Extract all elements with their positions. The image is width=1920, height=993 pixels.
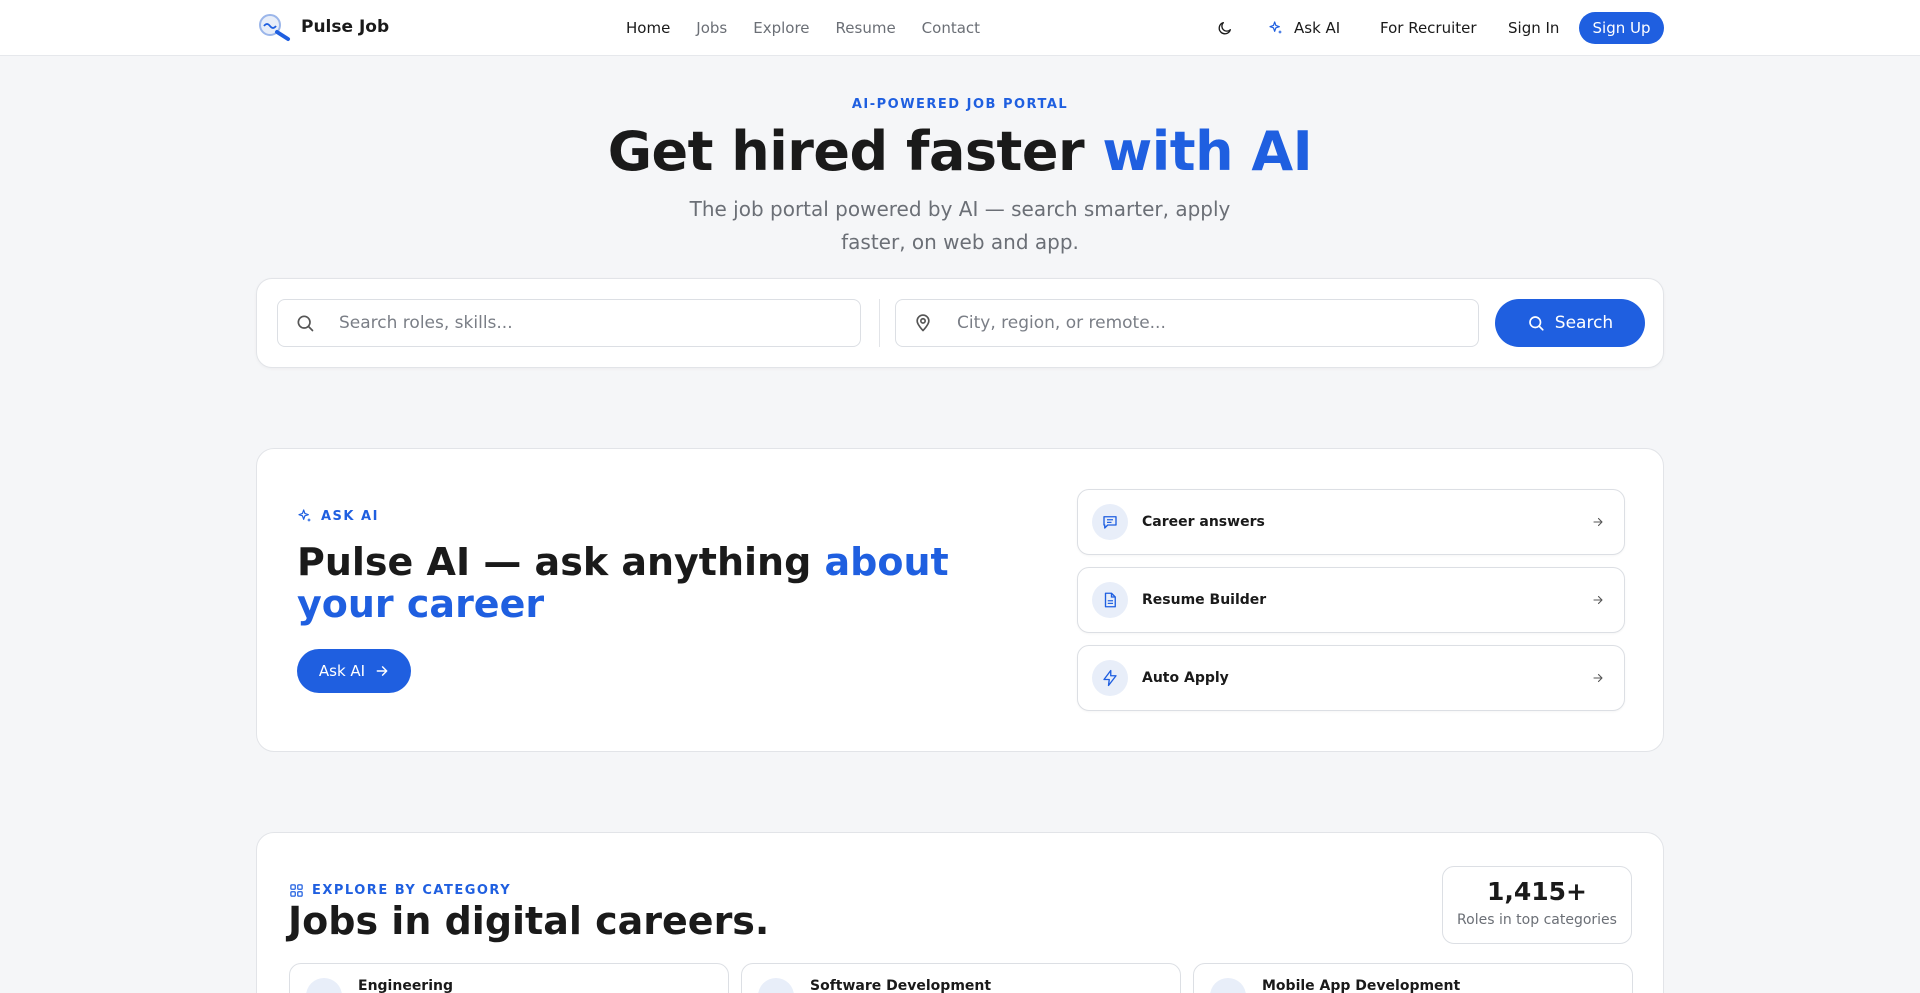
category-icon [1210, 978, 1246, 993]
chat-icon [1092, 504, 1128, 540]
feature-resume-builder[interactable]: Resume Builder [1077, 567, 1625, 633]
brand-name: Pulse Job [301, 17, 390, 37]
location-pin-icon [913, 313, 933, 333]
grid-icon [289, 883, 304, 898]
category-label: Mobile App Development [1262, 978, 1461, 993]
nav-jobs[interactable]: Jobs [696, 19, 727, 37]
ask-ai-nav-button[interactable]: Ask AI [1268, 0, 1340, 56]
sign-up-button[interactable]: Sign Up [1579, 12, 1664, 44]
category-card: EXPLORE BY CATEGORY Jobs in digital care… [256, 832, 1664, 993]
hero-title-main: Get hired faster [607, 120, 1103, 183]
feature-career-answers[interactable]: Career answers [1077, 489, 1625, 555]
ask-ai-eyebrow: ASK AI [297, 508, 379, 524]
hero-eyebrow: AI-POWERED JOB PORTAL [851, 97, 1069, 112]
sparkle-icon [1268, 20, 1284, 36]
ask-ai-title: Pulse AI — ask anything about your caree… [297, 541, 1037, 625]
category-eyebrow: EXPLORE BY CATEGORY [289, 883, 511, 898]
keyword-search-field[interactable] [277, 299, 861, 347]
category-icon [758, 978, 794, 993]
theme-toggle-button[interactable] [1214, 17, 1236, 39]
roles-stat-value: 1,415+ [1486, 877, 1588, 906]
ask-ai-card: ASK AI Pulse AI — ask anything about you… [256, 448, 1664, 752]
hero-subtitle: The job portal powered by AI — search sm… [689, 197, 1231, 254]
search-button-label: Search [1554, 313, 1614, 333]
category-label: Engineering [358, 978, 453, 993]
arrow-right-icon [1592, 516, 1604, 528]
ask-ai-button-label: Ask AI [318, 662, 366, 680]
category-item-software-development[interactable]: Software Development [741, 963, 1181, 993]
brand-logo[interactable]: Pulse Job [256, 12, 389, 42]
keyword-search-input[interactable] [339, 313, 799, 333]
lightning-icon [1092, 660, 1128, 696]
feature-label: Career answers [1142, 514, 1265, 530]
arrow-right-icon [375, 664, 389, 678]
ask-ai-eyebrow-label: ASK AI [321, 508, 379, 524]
roles-stat-badge: 1,415+ Roles in top categories [1442, 866, 1632, 944]
arrow-right-icon [1592, 594, 1604, 606]
arrow-right-icon [1592, 672, 1604, 684]
category-label: Software Development [810, 978, 992, 993]
search-divider [879, 299, 880, 347]
sparkle-icon [297, 508, 313, 524]
location-search-input[interactable] [957, 313, 1417, 333]
category-item-engineering[interactable]: Engineering [289, 963, 729, 993]
search-icon [295, 313, 315, 333]
hero-title: Get hired faster with AI [0, 120, 1920, 183]
category-title: Jobs in digital careers. [288, 899, 770, 943]
nav-resume[interactable]: Resume [836, 19, 896, 37]
roles-stat-label: Roles in top categories [1457, 912, 1617, 928]
feature-label: Resume Builder [1142, 592, 1267, 608]
feature-auto-apply[interactable]: Auto Apply [1077, 645, 1625, 711]
category-item-mobile-app-development[interactable]: Mobile App Development [1193, 963, 1633, 993]
ask-ai-button[interactable]: Ask AI [297, 649, 411, 693]
ask-ai-title-main: Pulse AI — ask anything [297, 540, 825, 584]
location-search-field[interactable] [895, 299, 1479, 347]
for-recruiter-link[interactable]: For Recruiter [1380, 0, 1477, 56]
feature-label: Auto Apply [1142, 670, 1229, 686]
magnifier-logo-icon [256, 12, 292, 42]
ask-ai-nav-label: Ask AI [1294, 19, 1341, 37]
hero-title-accent: with AI [1102, 120, 1313, 183]
moon-icon [1217, 20, 1233, 36]
nav-home[interactable]: Home [626, 19, 670, 37]
sign-in-link[interactable]: Sign In [1508, 0, 1559, 56]
search-button-icon [1527, 314, 1545, 332]
document-icon [1092, 582, 1128, 618]
main-nav: Home Jobs Explore Resume Contact [626, 0, 980, 56]
category-eyebrow-label: EXPLORE BY CATEGORY [312, 883, 512, 898]
job-search-bar: Search [256, 278, 1664, 368]
nav-explore[interactable]: Explore [753, 19, 809, 37]
top-navbar: Pulse Job Home Jobs Explore Resume Conta… [0, 0, 1920, 56]
search-button[interactable]: Search [1495, 299, 1645, 347]
category-icon [306, 978, 342, 993]
nav-contact[interactable]: Contact [922, 19, 980, 37]
